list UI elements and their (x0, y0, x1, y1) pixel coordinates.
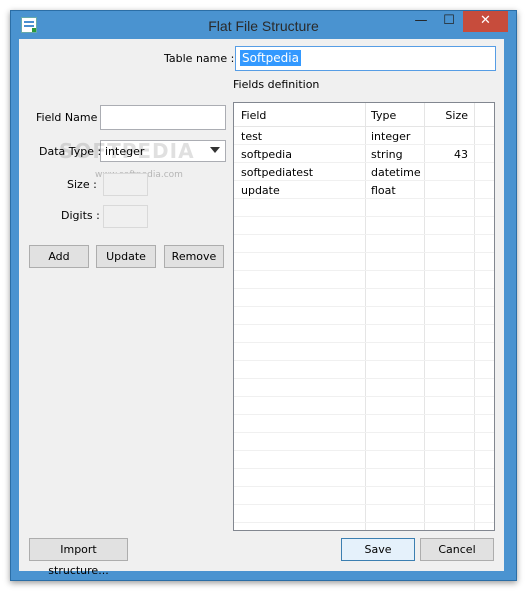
table-name-label: Table name : (164, 52, 235, 65)
table-row[interactable]: test integer (234, 127, 494, 145)
empty-row (234, 415, 494, 433)
maximize-button[interactable]: ☐ (435, 11, 463, 32)
cell-size: 43 (454, 148, 468, 161)
digits-input[interactable] (103, 205, 148, 228)
table-row[interactable]: softpediatest datetime (234, 163, 494, 181)
cell-type: datetime (371, 166, 421, 179)
digits-label: Digits : (61, 209, 100, 222)
grid-header-row: Field Type Size (234, 103, 494, 127)
close-button[interactable]: ✕ (463, 11, 508, 32)
size-input[interactable] (103, 173, 148, 196)
fields-definition-label: Fields definition (233, 78, 320, 91)
field-name-input[interactable] (100, 105, 226, 130)
cancel-button[interactable]: Cancel (420, 538, 494, 561)
column-header-type[interactable]: Type (371, 109, 396, 122)
empty-row (234, 487, 494, 505)
empty-row (234, 397, 494, 415)
empty-row (234, 271, 494, 289)
empty-row (234, 379, 494, 397)
fields-grid[interactable]: Field Type Size test integer softpedia s… (233, 102, 495, 531)
title-bar[interactable]: Flat File Structure — ☐ ✕ (11, 11, 516, 41)
cell-type: string (371, 148, 403, 161)
cell-field: softpedia (241, 148, 292, 161)
data-type-select[interactable]: integer (100, 140, 226, 162)
data-type-label: Data Type : (39, 145, 102, 158)
table-row[interactable]: softpedia string 43 (234, 145, 494, 163)
import-structure-button[interactable]: Import structure... (29, 538, 128, 577)
empty-row (234, 433, 494, 451)
empty-row (234, 361, 494, 379)
dialog-client: Table name : Softpedia Fields definition… (19, 39, 504, 577)
cell-field: test (241, 130, 263, 143)
empty-row (234, 451, 494, 469)
table-row[interactable]: update float (234, 181, 494, 199)
table-name-value: Softpedia (240, 50, 301, 66)
empty-row (234, 469, 494, 487)
empty-row (234, 289, 494, 307)
empty-row (234, 307, 494, 325)
column-header-size[interactable]: Size (430, 109, 468, 122)
chevron-down-icon (210, 147, 220, 153)
update-button[interactable]: Update (96, 245, 156, 268)
empty-row (234, 343, 494, 361)
cell-type: integer (371, 130, 411, 143)
add-button[interactable]: Add (29, 245, 89, 268)
table-name-input[interactable]: Softpedia (235, 46, 496, 71)
data-type-value: integer (105, 145, 145, 158)
empty-row (234, 505, 494, 523)
empty-row (234, 253, 494, 271)
cell-field: update (241, 184, 280, 197)
remove-button[interactable]: Remove (164, 245, 224, 268)
minimize-button[interactable]: — (407, 11, 435, 32)
cell-type: float (371, 184, 396, 197)
save-button[interactable]: Save (341, 538, 415, 561)
cell-field: softpediatest (241, 166, 314, 179)
empty-row (234, 199, 494, 217)
empty-row (234, 325, 494, 343)
column-header-field[interactable]: Field (241, 109, 266, 122)
empty-row (234, 217, 494, 235)
size-label: Size : (67, 178, 97, 191)
empty-row (234, 235, 494, 253)
field-name-label: Field Name : (36, 111, 105, 124)
